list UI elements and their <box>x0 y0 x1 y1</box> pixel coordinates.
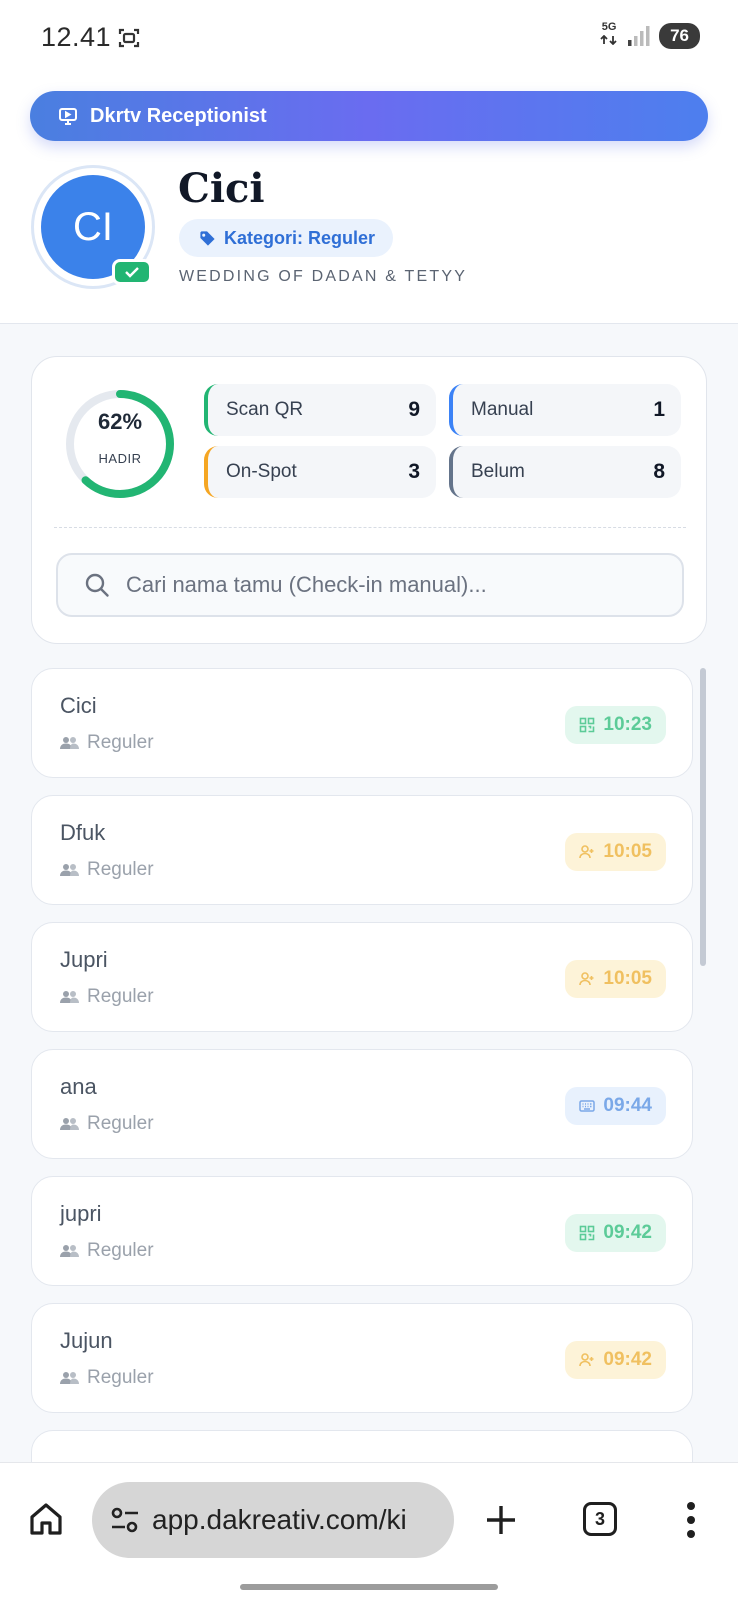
guest-row-category-label: Reguler <box>87 732 154 753</box>
qr-icon <box>580 1225 595 1241</box>
tv-icon <box>59 108 77 125</box>
guest-row-category: Reguler <box>60 732 154 754</box>
search-icon <box>85 573 109 597</box>
stat-value: 1 <box>653 398 665 421</box>
site-settings-icon <box>111 1507 138 1533</box>
divider <box>54 527 686 528</box>
app-title: Dkrtv Receptionist <box>90 104 267 127</box>
url-text: app.dakreativ.com/ki <box>152 1504 407 1535</box>
status-bar: 12.41 5G 76 <box>0 0 738 60</box>
guest-row-category-label: Reguler <box>87 1113 154 1134</box>
search-input[interactable] <box>126 572 666 598</box>
guest-row-category-label: Reguler <box>87 1240 154 1261</box>
stat-label: Manual <box>471 399 534 420</box>
stat-value: 8 <box>653 460 665 483</box>
signal-icon <box>628 26 650 46</box>
status-time: 12.41 <box>41 22 112 52</box>
guest-row-category: Reguler <box>60 1113 154 1135</box>
battery-indicator: 76 <box>659 23 706 49</box>
guest-row[interactable]: jupri Reguler 09:42 <box>31 1176 693 1286</box>
checkin-time: 09:42 <box>603 1349 652 1370</box>
users-icon <box>60 1372 79 1384</box>
attendance-ring-chart <box>66 390 174 498</box>
users-icon <box>60 1118 79 1130</box>
users-icon <box>60 737 79 749</box>
guest-row-category: Reguler <box>60 859 154 881</box>
guest-row-category-label: Reguler <box>87 1367 154 1388</box>
checkin-time-badge: 09:44 <box>565 1087 666 1125</box>
stat-scan-qr[interactable]: Scan QR 9 <box>204 384 436 436</box>
stat-label: Belum <box>471 461 525 482</box>
checkin-time: 10:05 <box>603 841 652 862</box>
guest-row-category-label: Reguler <box>87 859 154 880</box>
category-badge-label: Kategori: Reguler <box>224 227 376 248</box>
checkin-time: 09:44 <box>603 1095 652 1116</box>
network-indicator: 5G <box>599 22 619 50</box>
checkin-time-badge: 10:05 <box>565 960 666 998</box>
event-label: WEDDING OF DADAN & TETYY <box>179 268 468 285</box>
guest-row[interactable]: Cici Reguler 10:23 <box>31 668 693 778</box>
guest-row-category: Reguler <box>60 986 154 1008</box>
screenshot-icon <box>118 28 140 48</box>
guest-row-category-label: Reguler <box>87 986 154 1007</box>
stat-belum[interactable]: Belum 8 <box>449 446 681 498</box>
guest-row-category: Reguler <box>60 1367 154 1389</box>
user-plus-icon <box>579 1353 594 1367</box>
guest-row[interactable]: ana Reguler 09:44 <box>31 1049 693 1159</box>
guest-row[interactable]: Jupri Reguler 10:05 <box>31 922 693 1032</box>
users-icon <box>60 864 79 876</box>
checkin-time-badge: 10:23 <box>565 706 666 744</box>
guest-row-name: Dfuk <box>60 820 106 845</box>
guest-row-name: Cici <box>60 693 97 718</box>
checkin-time: 09:42 <box>603 1222 652 1243</box>
checkin-time-badge: 09:42 <box>565 1214 666 1252</box>
attendance-percent: 62% <box>97 409 143 434</box>
profile-header: Dkrtv Receptionist CI Cici Kategori: Reg… <box>0 60 738 324</box>
keyboard-icon <box>579 1100 596 1112</box>
tab-switcher-button[interactable]: 3 <box>583 1502 617 1536</box>
checkin-time: 10:05 <box>603 968 652 989</box>
new-tab-icon[interactable] <box>484 1503 518 1537</box>
browser-toolbar: app.dakreativ.com/ki 3 <box>0 1462 738 1600</box>
data-arrows-icon <box>600 34 617 46</box>
stat-label: On-Spot <box>226 461 297 482</box>
guest-row-name: ana <box>60 1074 97 1099</box>
search-box[interactable] <box>56 553 684 617</box>
list-scrollbar[interactable] <box>700 668 706 966</box>
address-bar[interactable]: app.dakreativ.com/ki <box>92 1482 454 1558</box>
users-icon <box>60 991 79 1003</box>
guest-name: Cici <box>178 165 265 212</box>
qr-icon <box>580 717 595 733</box>
stat-label: Scan QR <box>226 399 304 420</box>
guest-row[interactable]: Dfuk Reguler 10:05 <box>31 795 693 905</box>
stat-manual[interactable]: Manual 1 <box>449 384 681 436</box>
user-plus-icon <box>579 845 594 859</box>
checkin-time-badge: 10:05 <box>565 833 666 871</box>
checkin-time: 10:23 <box>603 714 652 735</box>
guest-row-name: Jujun <box>60 1328 113 1353</box>
guest-row-name: Jupri <box>60 947 108 972</box>
guest-row-category: Reguler <box>60 1240 154 1262</box>
checkin-time-badge: 09:42 <box>565 1341 666 1379</box>
gesture-bar <box>240 1584 498 1590</box>
app-title-bar[interactable]: Dkrtv Receptionist <box>30 91 708 141</box>
more-menu-icon[interactable] <box>686 1501 696 1539</box>
attendance-caption: HADIR <box>98 451 142 466</box>
users-icon <box>60 1245 79 1257</box>
network-label: 5G <box>601 21 617 33</box>
category-badge: Kategori: Reguler <box>179 219 394 257</box>
attendance-ring: 62% HADIR <box>63 387 177 501</box>
home-icon[interactable] <box>28 1501 64 1537</box>
checked-in-icon <box>112 259 152 285</box>
stat-on-spot[interactable]: On-Spot 3 <box>204 446 436 498</box>
guest-row[interactable]: Jujun Reguler 09:42 <box>31 1303 693 1413</box>
stats-card: 62% HADIR Scan QR 9 Manual 1 On-Spot 3 B… <box>31 356 707 644</box>
user-plus-icon <box>579 972 594 986</box>
status-icons: 5G 76 <box>599 22 706 50</box>
tag-icon <box>200 230 215 246</box>
stat-value: 9 <box>408 398 420 421</box>
stat-value: 3 <box>408 460 420 483</box>
guest-row-name: jupri <box>60 1201 102 1226</box>
